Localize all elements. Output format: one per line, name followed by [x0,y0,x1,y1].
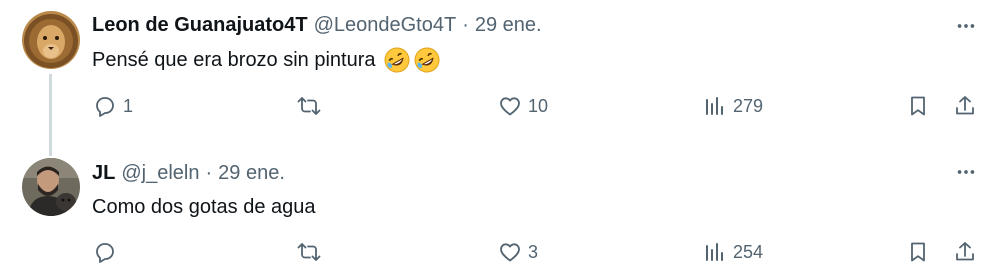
view-count: 279 [733,95,764,116]
bookmark-button[interactable] [906,237,930,267]
reply-button[interactable]: 1 [93,91,133,121]
rolling-on-floor-laughing-emoji-icon [384,47,410,73]
share-button[interactable] [953,237,977,267]
tweet-text-content: Pensé que era brozo sin pintura [92,48,376,71]
tweet-date[interactable]: 29 ene. [218,162,285,185]
reply-count: 1 [123,95,134,116]
tweet-actions: 3 254 [0,237,989,267]
avatar[interactable] [22,11,80,69]
share-button[interactable] [953,91,977,121]
separator-dot: · [205,162,213,184]
author-handle[interactable]: @LeondeGto4T [314,14,457,37]
like-button[interactable]: 10 [498,91,548,121]
views-icon [706,97,723,115]
tweet-header: JL @j_eleln · 29 ene. [92,162,285,185]
heart-icon [500,97,520,116]
tweet-date[interactable]: 29 ene. [475,14,542,37]
rolling-on-floor-laughing-emoji-icon [414,47,440,73]
repost-button[interactable] [297,237,327,267]
separator-dot: · [462,14,469,36]
reply-icon [96,97,114,117]
repost-button[interactable] [297,91,327,121]
more-icon [957,24,975,28]
like-count: 3 [528,241,539,262]
bookmark-button[interactable] [906,91,930,121]
like-button[interactable]: 3 [498,237,538,267]
tweet[interactable]: Leon de Guanajuato4T @LeondeGto4T · 29 e… [0,0,989,156]
tweet[interactable]: JL @j_eleln · 29 ene. Como dos gotas de … [0,140,989,273]
more-icon [957,170,975,174]
author-name[interactable]: JL [92,162,115,185]
tweet-text-content: Como dos gotas de agua [92,196,316,218]
user-photo-avatar-image [22,158,80,216]
tweet-text: Pensé que era brozo sin pintura [92,47,440,73]
lion-avatar-image [22,11,80,69]
tweet-header: Leon de Guanajuato4T @LeondeGto4T · 29 e… [92,14,542,37]
views-button[interactable]: 254 [703,237,763,267]
more-options-button[interactable] [952,12,980,40]
views-icon [706,243,723,261]
heart-icon [500,243,520,262]
reply-button[interactable] [93,237,123,267]
tweet-actions: 1 10 279 [0,91,989,121]
view-count: 254 [733,241,764,262]
tweet-text: Como dos gotas de agua [92,196,316,219]
avatar[interactable] [22,158,80,216]
bookmark-icon [911,96,925,116]
more-options-button[interactable] [952,158,980,186]
repost-icon [297,243,321,261]
views-button[interactable]: 279 [703,91,763,121]
author-name[interactable]: Leon de Guanajuato4T [92,14,308,37]
like-count: 10 [528,95,549,116]
author-handle[interactable]: @j_eleln [121,162,199,185]
share-icon [956,242,974,261]
share-icon [956,96,974,115]
repost-icon [297,97,321,115]
reply-icon [96,243,114,263]
bookmark-icon [911,242,925,262]
